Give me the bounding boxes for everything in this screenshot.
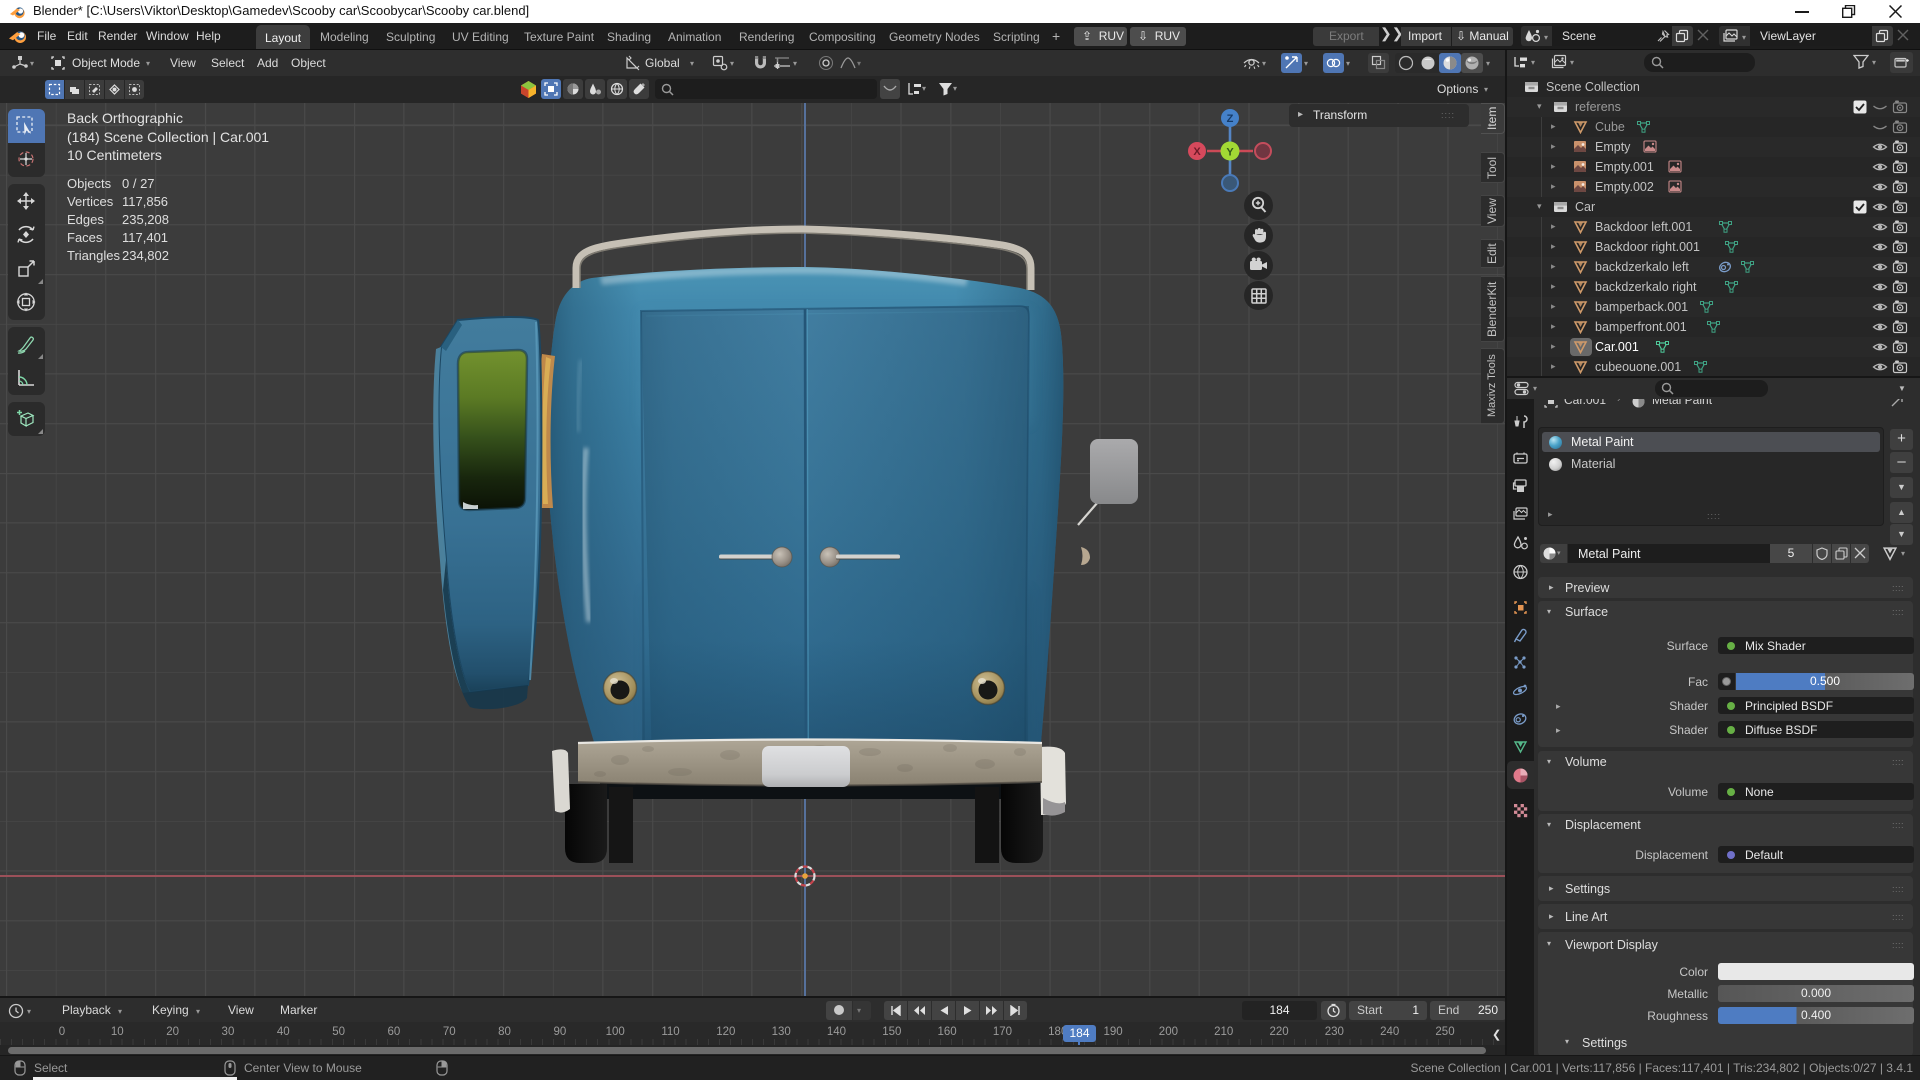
svg-text:Z: Z — [1227, 113, 1234, 125]
svg-text:X: X — [1193, 146, 1201, 158]
svg-text:Y: Y — [1226, 147, 1234, 159]
